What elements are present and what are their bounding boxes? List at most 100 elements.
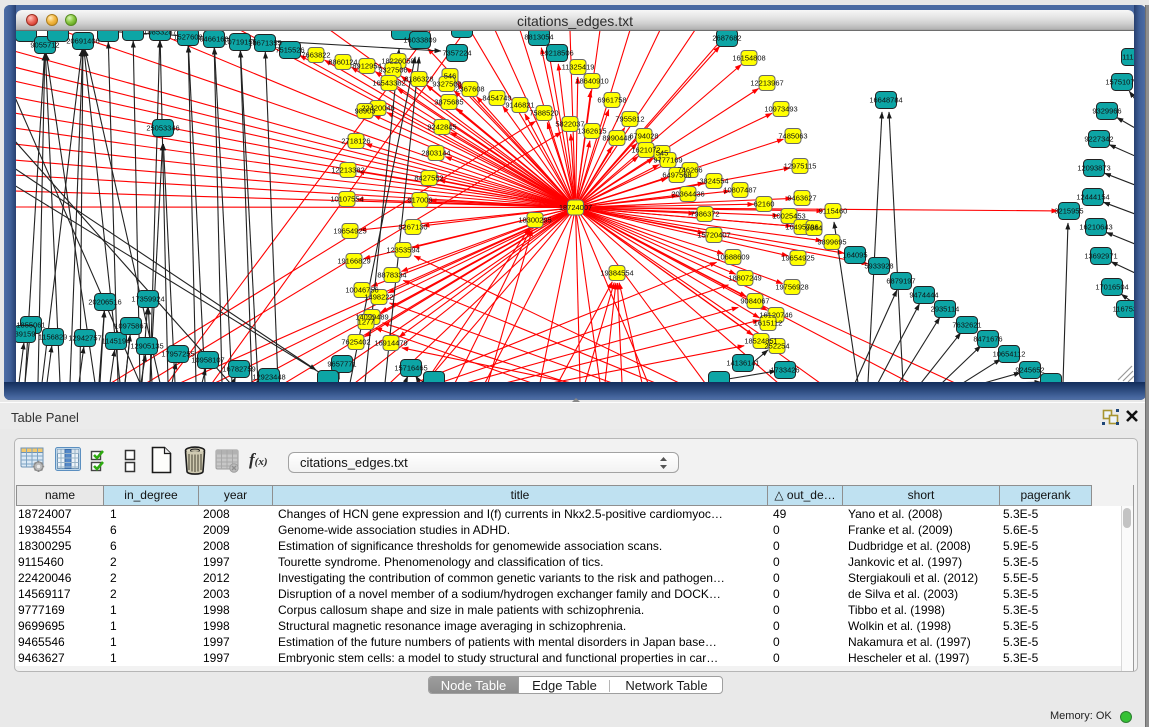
svg-text:7625402: 7625402 (341, 338, 370, 347)
svg-text:8471676: 8471676 (973, 335, 1002, 344)
svg-text:164095: 164095 (842, 251, 867, 260)
svg-text:8912954: 8912954 (352, 62, 381, 71)
svg-text:19384554: 19384554 (600, 269, 633, 278)
svg-text:17957255: 17957255 (161, 350, 194, 359)
svg-text:10975867: 10975867 (114, 322, 147, 331)
svg-text:9657771: 9657771 (327, 360, 356, 369)
svg-text:2367608: 2367608 (455, 85, 484, 94)
svg-text:16648784: 16648784 (869, 96, 902, 105)
svg-text:14136141: 14136141 (726, 359, 759, 368)
svg-text:19654925: 19654925 (781, 254, 814, 263)
svg-text:16033809: 16033809 (403, 36, 436, 45)
svg-text:20364436: 20364436 (671, 190, 704, 199)
svg-text:19166829: 19166829 (337, 257, 370, 266)
svg-text:19218506: 19218506 (540, 49, 573, 58)
svg-text:3824554: 3824554 (699, 177, 728, 186)
svg-text:6961758: 6961758 (597, 96, 626, 105)
svg-text:1527602: 1527602 (173, 33, 202, 42)
svg-text:7515526: 7515526 (275, 46, 304, 55)
svg-text:18640910: 18640910 (575, 77, 608, 86)
svg-text:12213967: 12213967 (750, 79, 783, 88)
svg-text:13692971: 13692971 (1084, 252, 1117, 261)
svg-text:16543382: 16543382 (372, 79, 405, 88)
svg-text:8878334: 8878334 (377, 271, 406, 280)
svg-text:9245652: 9245652 (1015, 366, 1044, 375)
svg-text:18807249: 18807249 (728, 274, 761, 283)
svg-text:7955812: 7955812 (615, 115, 644, 124)
svg-text:98903: 98903 (355, 107, 376, 116)
svg-text:12353594: 12353594 (386, 246, 419, 255)
svg-text:9227342: 9227342 (1084, 135, 1113, 144)
svg-text:9777169: 9777169 (653, 156, 682, 165)
svg-text:9329966: 9329966 (1092, 107, 1121, 116)
svg-text:8267130: 8267130 (398, 223, 427, 232)
svg-text:18300295: 18300295 (518, 216, 551, 225)
svg-text:9115460: 9115460 (819, 207, 848, 216)
svg-text:9899695: 9899695 (817, 238, 846, 247)
svg-text:10973493: 10973493 (764, 105, 797, 114)
svg-text:16782759: 16782759 (222, 365, 255, 374)
svg-text:8813054: 8813054 (524, 33, 553, 42)
svg-text:16914479: 16914479 (374, 339, 407, 348)
svg-text:15716465: 15716465 (394, 364, 427, 373)
svg-text:12905135: 12905135 (130, 342, 163, 351)
svg-text:9055712: 9055712 (30, 41, 59, 50)
svg-text:9463627: 9463627 (787, 194, 816, 203)
svg-text:7357224: 7357224 (442, 49, 471, 58)
svg-text:1277: 1277 (358, 318, 375, 327)
svg-text:8427552: 8427552 (414, 174, 443, 183)
svg-text:19756928: 19756928 (775, 283, 808, 292)
svg-text:12942757: 12942757 (68, 334, 101, 343)
svg-text:9474444: 9474444 (909, 291, 938, 300)
svg-text:15720407: 15720407 (697, 231, 730, 240)
svg-text:10025453: 10025453 (772, 212, 805, 221)
svg-text:9242845: 9242845 (427, 123, 456, 132)
svg-text:10958107: 10958107 (191, 356, 224, 365)
svg-text:20206516: 20206516 (88, 298, 121, 307)
svg-text:7663822: 7663822 (301, 51, 330, 60)
svg-text:10853287: 10853287 (143, 31, 176, 37)
svg-text:2718126: 2718126 (341, 137, 370, 146)
svg-text:1167533: 1167533 (1113, 305, 1134, 314)
svg-text:1145194: 1145194 (102, 337, 131, 346)
svg-text:39159: 39159 (16, 330, 35, 339)
svg-text:15751074: 15751074 (1105, 78, 1134, 87)
svg-text:19654925: 19654925 (333, 227, 366, 236)
svg-text:18724007: 18724007 (559, 203, 592, 212)
svg-text:12444154: 12444154 (1076, 193, 1109, 202)
svg-text:1733426: 1733426 (770, 366, 799, 375)
svg-text:11325419: 11325419 (562, 63, 595, 72)
svg-text:25053346: 25053346 (146, 124, 179, 133)
svg-text:16210643: 16210643 (1079, 223, 1112, 232)
svg-text:7485063: 7485063 (778, 132, 807, 141)
svg-text:2803144: 2803144 (421, 149, 450, 158)
svg-text:17359924: 17359924 (131, 295, 164, 304)
svg-text:12975115: 12975115 (784, 162, 817, 171)
svg-text:1855061: 1855061 (16, 321, 45, 330)
svg-text:16154808: 16154808 (732, 54, 765, 63)
svg-text:10688609: 10688609 (716, 253, 749, 262)
svg-text:7588520: 7588520 (529, 109, 558, 118)
svg-text:10107554: 10107554 (330, 195, 363, 204)
svg-text:7632621: 7632621 (952, 321, 981, 330)
svg-text:9084067: 9084067 (740, 297, 769, 306)
svg-text:17016504: 17016504 (1095, 283, 1128, 292)
svg-text:252254: 252254 (764, 342, 789, 351)
svg-text:12923448: 12923448 (252, 373, 285, 382)
svg-text:1156829: 1156829 (39, 333, 68, 342)
svg-text:3875685: 3875685 (434, 98, 463, 107)
svg-text:7986372: 7986372 (690, 210, 719, 219)
svg-text:10807487: 10807487 (723, 186, 756, 195)
svg-text:2687682: 2687682 (712, 34, 741, 43)
svg-text:12093873: 12093873 (1077, 164, 1110, 173)
svg-text:2935114: 2935114 (931, 305, 960, 314)
svg-text:1615112: 1615112 (754, 319, 783, 328)
svg-text:8186328: 8186328 (404, 75, 433, 84)
svg-text:10654112: 10654112 (993, 350, 1026, 359)
svg-text:12213382: 12213382 (331, 166, 364, 175)
svg-text:1498222: 1498222 (364, 293, 393, 302)
svg-text:5933928: 5933928 (864, 262, 893, 271)
svg-text:6879197: 6879197 (886, 277, 915, 286)
svg-text:6497568: 6497568 (662, 171, 691, 180)
svg-text:9644: 9644 (806, 224, 823, 233)
